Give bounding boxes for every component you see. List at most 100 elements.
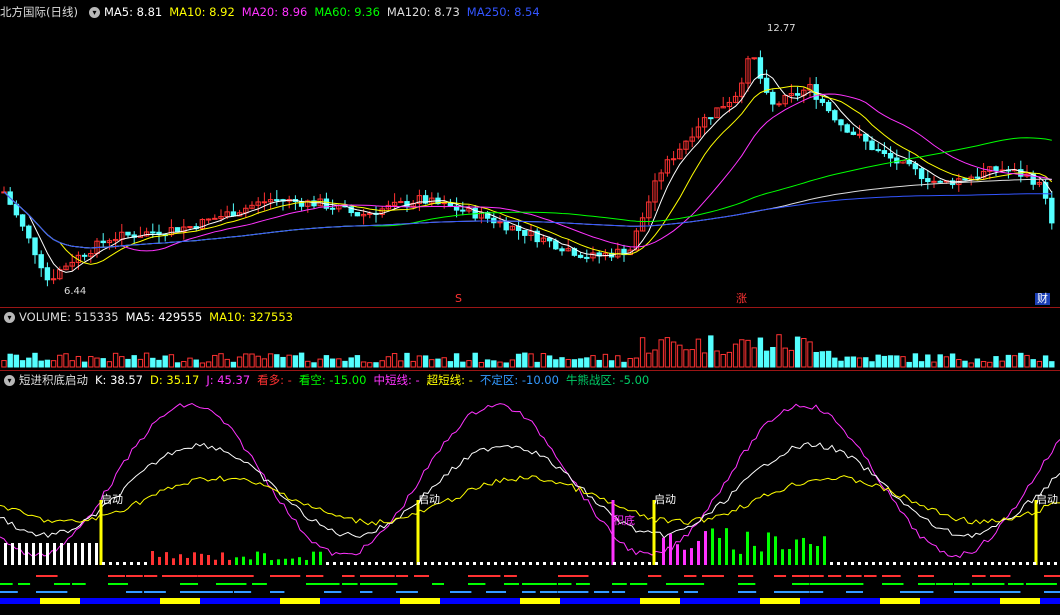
hist-bar bbox=[1026, 562, 1029, 565]
volume-bar bbox=[385, 356, 392, 368]
volume-bar bbox=[887, 355, 894, 368]
volume-bar bbox=[224, 358, 230, 368]
candle-body bbox=[838, 119, 844, 126]
volume-bar bbox=[329, 358, 336, 368]
volume-bar bbox=[131, 355, 137, 368]
volume-bar bbox=[949, 353, 956, 368]
band-segment bbox=[828, 583, 847, 585]
band-segment bbox=[576, 591, 589, 593]
band-segment bbox=[900, 591, 919, 593]
candle-body bbox=[881, 150, 888, 155]
band-segment bbox=[450, 591, 472, 593]
candle-body bbox=[13, 203, 20, 216]
hist-bar bbox=[984, 562, 987, 565]
candle-body bbox=[261, 201, 268, 204]
volume-bar bbox=[19, 360, 26, 368]
volume-bar bbox=[311, 362, 317, 368]
volume-bar bbox=[156, 359, 162, 368]
volume-bar bbox=[317, 358, 323, 368]
band-segment bbox=[360, 583, 382, 585]
volume-bar bbox=[280, 356, 286, 368]
hist-bar bbox=[95, 543, 98, 565]
volume-bar bbox=[1030, 359, 1036, 368]
volume-bar bbox=[894, 355, 900, 368]
hist-bar bbox=[179, 554, 182, 565]
candle-body bbox=[32, 237, 38, 256]
marker-zhang[interactable]: 涨 bbox=[736, 293, 747, 305]
hist-bar bbox=[137, 562, 140, 565]
volume-bar bbox=[900, 356, 906, 368]
volume-bar bbox=[236, 356, 243, 368]
hist-bar bbox=[326, 562, 329, 565]
hist-bar bbox=[214, 559, 217, 565]
hist-bar bbox=[228, 559, 231, 565]
candle-body bbox=[174, 227, 181, 232]
status-bar-segment bbox=[960, 598, 1000, 604]
hist-bar bbox=[844, 562, 847, 565]
main-volume-divider bbox=[0, 307, 1060, 308]
hist-bar bbox=[74, 543, 77, 565]
band-segment bbox=[972, 575, 986, 577]
volume-bar bbox=[776, 334, 782, 368]
indicator-collapse-icon[interactable]: ▾ bbox=[4, 375, 15, 386]
candle-body bbox=[776, 103, 782, 106]
band-segment bbox=[36, 575, 58, 577]
status-bar-segment bbox=[720, 598, 760, 604]
status-bar-segment bbox=[360, 598, 400, 604]
marker-cai[interactable]: 财 bbox=[1035, 293, 1050, 305]
hist-bar bbox=[956, 562, 959, 565]
candle-body bbox=[962, 178, 968, 181]
volume-bar bbox=[875, 354, 881, 368]
band-segment bbox=[180, 583, 199, 585]
volume-collapse-icon[interactable]: ▾ bbox=[4, 312, 15, 323]
band-segment bbox=[846, 575, 862, 577]
hist-bar bbox=[221, 552, 224, 565]
hist-bar bbox=[991, 562, 994, 565]
volume-bar bbox=[714, 350, 720, 368]
band-segment bbox=[432, 583, 445, 585]
hist-bar bbox=[515, 562, 518, 565]
hist-bar bbox=[130, 562, 133, 565]
status-bar-segment bbox=[1040, 598, 1060, 604]
volume-bar bbox=[925, 354, 931, 368]
hist-bar bbox=[158, 556, 161, 565]
band-segment bbox=[576, 583, 590, 585]
candle-body bbox=[894, 157, 900, 164]
volume-bar bbox=[553, 359, 559, 368]
volume-bar bbox=[398, 360, 404, 368]
hist-bar bbox=[508, 562, 511, 565]
volume-bar bbox=[298, 352, 305, 368]
band-segment bbox=[72, 583, 86, 585]
band-segment bbox=[684, 591, 698, 593]
volume-bar bbox=[503, 362, 509, 368]
hist-bar bbox=[1012, 562, 1015, 565]
hist-bar bbox=[18, 543, 21, 565]
volume-bar bbox=[1036, 360, 1043, 368]
volume-bar bbox=[584, 357, 590, 368]
band-segment bbox=[918, 583, 936, 585]
volume-bar bbox=[81, 361, 88, 368]
hist-bar bbox=[620, 562, 623, 565]
hist-bar bbox=[774, 536, 777, 565]
candle-body bbox=[100, 240, 106, 244]
volume-bar bbox=[379, 360, 385, 368]
candle-body bbox=[1049, 197, 1055, 224]
band-segment bbox=[486, 591, 507, 593]
band-segment bbox=[972, 583, 993, 585]
status-bar-segment bbox=[80, 598, 120, 604]
candle-body bbox=[19, 214, 26, 227]
volume-bar bbox=[838, 360, 844, 368]
candle-body bbox=[491, 217, 497, 224]
volume-bar bbox=[119, 356, 125, 368]
hist-bar bbox=[585, 562, 588, 565]
volume-bar bbox=[441, 357, 447, 368]
hist-bar bbox=[557, 562, 560, 565]
band-segment bbox=[234, 591, 252, 593]
hist-bar bbox=[1047, 562, 1050, 565]
marker-s[interactable]: S bbox=[455, 293, 462, 305]
volume-bar bbox=[801, 337, 807, 368]
high-price-label: 12.77 bbox=[767, 23, 796, 34]
volume-bar bbox=[757, 337, 764, 368]
hist-bar bbox=[613, 562, 616, 565]
hist-bar bbox=[473, 562, 476, 565]
